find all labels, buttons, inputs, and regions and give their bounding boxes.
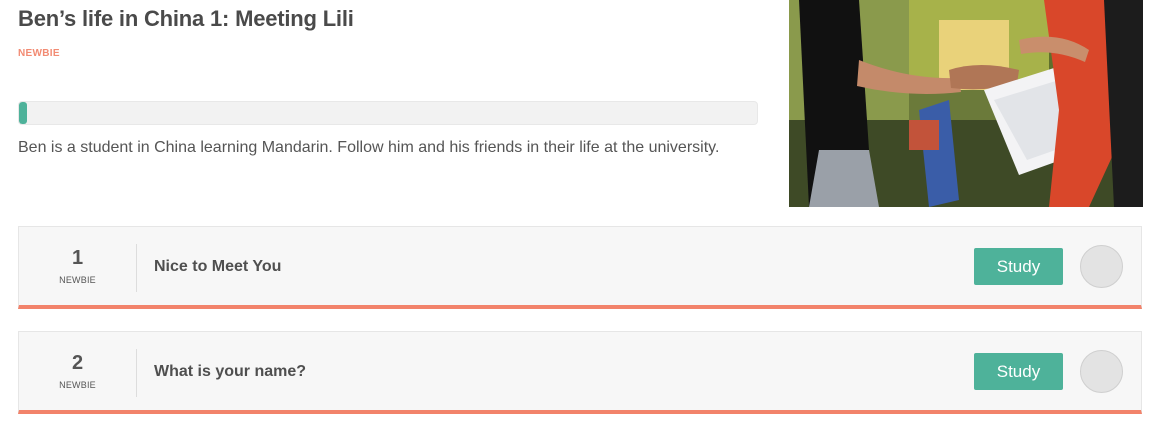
lesson-number: 1 xyxy=(71,247,84,269)
lesson-row: 2 NEWBIE What is your name? Study xyxy=(18,331,1142,414)
course-title: Ben’s life in China 1: Meeting Lili xyxy=(18,6,354,31)
course-description: Ben is a student in China learning Manda… xyxy=(18,139,720,156)
course-progress-fill xyxy=(19,102,27,124)
lesson-title[interactable]: What is your name? xyxy=(154,363,306,381)
lesson-row: 1 NEWBIE Nice to Meet You Study xyxy=(18,226,1142,309)
study-button[interactable]: Study xyxy=(974,353,1063,390)
course-progress-bar xyxy=(18,101,758,125)
lesson-level-label: NEWBIE xyxy=(59,275,96,285)
lesson-number: 2 xyxy=(71,352,84,374)
lesson-level-label: NEWBIE xyxy=(59,380,96,390)
lesson-complete-toggle[interactable] xyxy=(1080,350,1123,393)
lesson-divider xyxy=(136,244,137,292)
course-level-label: NEWBIE xyxy=(18,48,60,59)
lesson-number-box: 2 NEWBIE xyxy=(19,332,136,410)
course-page: Ben’s life in China 1: Meeting Lili NEWB… xyxy=(0,0,1158,428)
course-hero-image xyxy=(789,0,1143,207)
study-button[interactable]: Study xyxy=(974,248,1063,285)
lesson-complete-toggle[interactable] xyxy=(1080,245,1123,288)
lesson-number-box: 1 NEWBIE xyxy=(19,227,136,305)
lesson-title[interactable]: Nice to Meet You xyxy=(154,258,281,276)
lesson-divider xyxy=(136,349,137,397)
